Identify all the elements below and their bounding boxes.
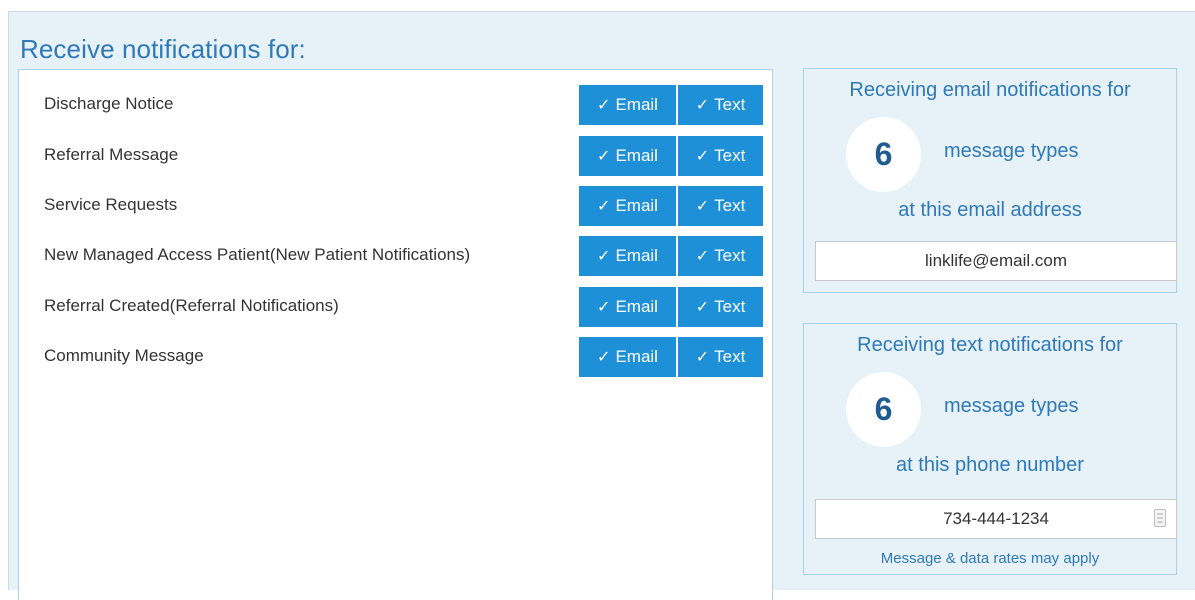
- checkmark-icon: ✓: [597, 148, 611, 165]
- email-summary-box: Receiving email notifications for 6 mess…: [803, 68, 1177, 293]
- text-toggle-button[interactable]: ✓ Text: [678, 186, 763, 226]
- rates-disclaimer: Message & data rates may apply: [880, 550, 1100, 567]
- email-summary-subtitle: at this email address: [898, 199, 1082, 221]
- notification-type-label: Referral Created(Referral Notifications): [44, 296, 339, 315]
- list-item: Service Requests ✓ Email ✓ Text: [19, 183, 772, 227]
- email-toggle-label: Email: [615, 246, 658, 265]
- email-toggle-label: Email: [615, 196, 658, 215]
- text-toggle-button[interactable]: ✓ Text: [678, 236, 763, 276]
- email-field[interactable]: linklife@email.com: [815, 241, 1177, 281]
- checkmark-icon: ✓: [597, 349, 611, 366]
- list-item: Referral Created(Referral Notifications)…: [19, 284, 772, 328]
- text-toggle-button[interactable]: ✓ Text: [678, 136, 763, 176]
- notifications-panel: Receive notifications for: Discharge Not…: [8, 11, 1195, 600]
- phone-field[interactable]: 734-444-1234: [815, 499, 1177, 539]
- checkmark-icon: ✓: [695, 198, 710, 215]
- checkmark-icon: ✓: [597, 97, 611, 114]
- text-toggle-label: Text: [714, 95, 746, 114]
- text-count-label: message types: [944, 395, 1079, 417]
- contact-card-icon[interactable]: [1154, 509, 1166, 527]
- notification-type-label: Service Requests: [44, 195, 178, 214]
- text-toggle-button[interactable]: ✓ Text: [678, 337, 763, 377]
- email-toggle-button[interactable]: ✓ Email: [579, 287, 676, 327]
- email-toggle-label: Email: [615, 146, 658, 165]
- email-summary-title: Receiving email notifications for: [849, 79, 1131, 101]
- email-toggle-button[interactable]: ✓ Email: [579, 85, 676, 125]
- notification-type-label: Discharge Notice: [44, 94, 174, 113]
- text-toggle-button[interactable]: ✓ Text: [678, 287, 763, 327]
- email-count-label: message types: [944, 140, 1079, 162]
- text-toggle-button[interactable]: ✓ Text: [678, 85, 763, 125]
- list-item: Discharge Notice ✓ Email ✓ Text: [19, 82, 772, 126]
- checkmark-icon: ✓: [695, 299, 710, 316]
- page-title: Receive notifications for:: [20, 34, 306, 64]
- checkmark-icon: ✓: [695, 97, 710, 114]
- list-item: Community Message ✓ Email ✓ Text: [19, 334, 772, 378]
- email-toggle-button[interactable]: ✓ Email: [579, 186, 676, 226]
- list-item: Referral Message ✓ Email ✓ Text: [19, 133, 772, 177]
- text-toggle-label: Text: [714, 347, 746, 366]
- notification-types-list: Discharge Notice ✓ Email ✓ Text Referral M…: [18, 69, 773, 600]
- text-toggle-label: Text: [714, 297, 746, 316]
- notification-type-label: Referral Message: [44, 145, 179, 164]
- text-toggle-label: Text: [714, 246, 746, 265]
- email-toggle-label: Email: [615, 95, 658, 114]
- email-toggle-button[interactable]: ✓ Email: [579, 136, 676, 176]
- text-count-badge: 6: [846, 372, 921, 447]
- email-toggle-label: Email: [615, 347, 658, 366]
- email-count-badge: 6: [846, 117, 921, 192]
- notification-type-label: New Managed Access Patient(New Patient N…: [44, 245, 471, 264]
- checkmark-icon: ✓: [695, 148, 710, 165]
- checkmark-icon: ✓: [597, 299, 611, 316]
- text-summary-subtitle: at this phone number: [896, 454, 1084, 476]
- email-toggle-label: Email: [615, 297, 658, 316]
- checkmark-icon: ✓: [597, 248, 611, 265]
- text-summary-title: Receiving text notifications for: [857, 334, 1123, 356]
- phone-value: 734-444-1234: [943, 509, 1049, 528]
- list-item: New Managed Access Patient(New Patient N…: [19, 233, 772, 277]
- text-toggle-label: Text: [714, 196, 746, 215]
- text-toggle-label: Text: [714, 146, 746, 165]
- notification-type-label: Community Message: [44, 346, 204, 365]
- checkmark-icon: ✓: [695, 349, 710, 366]
- checkmark-icon: ✓: [695, 248, 710, 265]
- email-toggle-button[interactable]: ✓ Email: [579, 236, 676, 276]
- email-toggle-button[interactable]: ✓ Email: [579, 337, 676, 377]
- checkmark-icon: ✓: [597, 198, 611, 215]
- text-summary-box: Receiving text notifications for 6 messa…: [803, 323, 1177, 575]
